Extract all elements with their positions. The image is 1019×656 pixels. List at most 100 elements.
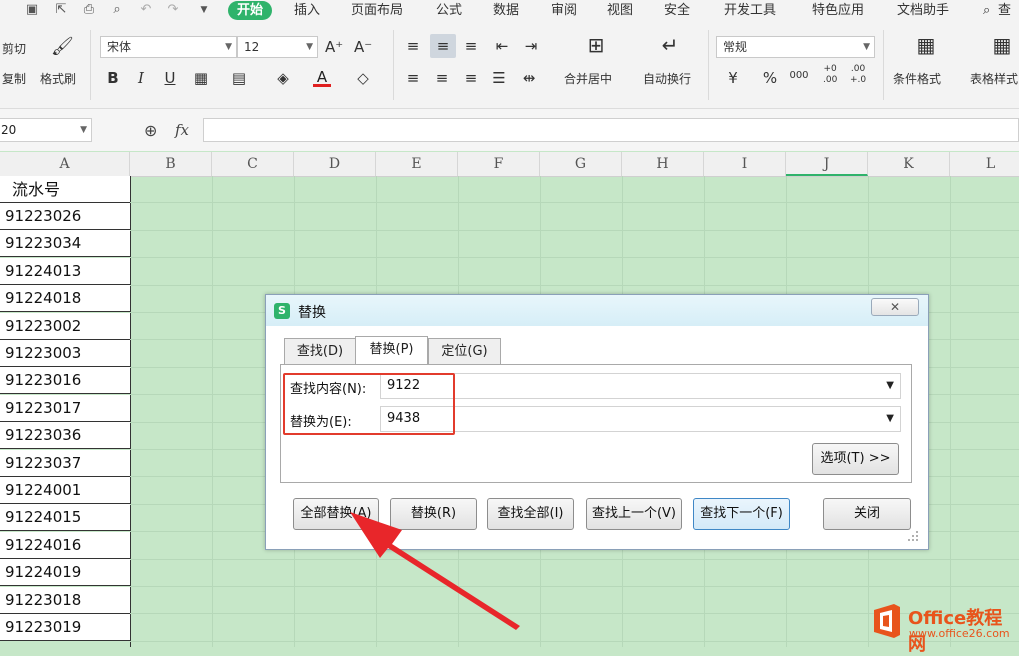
search-label[interactable]: 查找: [998, 0, 1019, 40]
wrap-text-button[interactable]: 自动换行: [643, 70, 691, 87]
thousands-separator-button[interactable]: 000: [788, 67, 810, 85]
italic-button[interactable]: I: [132, 69, 150, 87]
decrease-decimal-button[interactable]: .00 +.0: [850, 64, 866, 86]
table-cell[interactable]: 91223003: [0, 340, 130, 367]
table-style-button[interactable]: 表格样式: [970, 70, 1018, 87]
cell-style-icon[interactable]: ▤: [230, 69, 248, 87]
column-header-i[interactable]: I: [704, 152, 786, 176]
tab-replace[interactable]: 替换(P): [355, 336, 428, 364]
align-left-icon[interactable]: ≡: [404, 69, 422, 87]
tab-goto[interactable]: 定位(G): [428, 338, 501, 364]
dropdown-arrow-icon[interactable]: ▼: [886, 374, 894, 398]
table-cell[interactable]: 91223026: [0, 203, 130, 230]
cell-a1-header[interactable]: 流水号: [0, 176, 130, 203]
quick-access-dropdown-icon[interactable]: ▼: [196, 2, 212, 18]
export-icon[interactable]: ⇱: [53, 2, 69, 18]
tab-doc-helper[interactable]: 文档助手: [897, 0, 949, 22]
tab-start[interactable]: 开始: [228, 1, 273, 20]
column-header-d[interactable]: D: [294, 152, 376, 176]
column-header-b[interactable]: B: [130, 152, 212, 176]
conditional-format-icon[interactable]: ▦: [913, 35, 939, 60]
format-painter-button[interactable]: 格式刷: [40, 70, 76, 87]
cut-button[interactable]: 剪切: [2, 40, 26, 57]
table-cell[interactable]: 91224001: [0, 477, 130, 504]
tab-insert[interactable]: 插入: [294, 0, 320, 22]
undo-icon[interactable]: ↶: [138, 2, 154, 18]
indent-decrease-icon[interactable]: ⇤: [493, 37, 511, 55]
dialog-title-bar[interactable]: [266, 295, 928, 326]
column-header-h[interactable]: H: [622, 152, 704, 176]
tab-find[interactable]: 查找(D): [284, 338, 356, 364]
search-icon[interactable]: ⌕: [983, 0, 990, 22]
column-header-c[interactable]: C: [212, 152, 294, 176]
bold-button[interactable]: B: [104, 69, 122, 87]
tab-formulas[interactable]: 公式: [436, 0, 462, 22]
close-button[interactable]: 关闭: [823, 498, 911, 530]
underline-button[interactable]: U: [161, 69, 179, 87]
fill-color-icon[interactable]: ◈: [274, 69, 292, 87]
font-size-select[interactable]: 12 ▼: [237, 36, 318, 58]
column-header-e[interactable]: E: [376, 152, 458, 176]
copy-button[interactable]: 复制: [2, 70, 26, 87]
table-cell[interactable]: 91224016: [0, 532, 130, 559]
column-header-l[interactable]: L: [950, 152, 1019, 176]
decrease-font-icon[interactable]: A⁻: [354, 38, 372, 56]
column-header-a[interactable]: A: [0, 152, 130, 176]
close-icon[interactable]: ✕: [871, 298, 919, 316]
distributed-icon[interactable]: ⇹: [520, 69, 538, 87]
tab-security[interactable]: 安全: [664, 0, 690, 22]
table-cell[interactable]: 91224018: [0, 285, 130, 312]
table-cell[interactable]: 91223018: [0, 587, 130, 614]
align-middle-icon[interactable]: ≡: [430, 34, 456, 58]
find-previous-button[interactable]: 查找上一个(V): [586, 498, 682, 530]
column-header-g[interactable]: G: [540, 152, 622, 176]
options-button[interactable]: 选项(T) >>: [812, 443, 899, 475]
currency-icon[interactable]: ¥: [724, 69, 742, 87]
format-painter-icon[interactable]: 🖌: [51, 38, 74, 60]
align-bottom-icon[interactable]: ≡: [462, 37, 480, 55]
conditional-format-button[interactable]: 条件格式: [893, 70, 941, 87]
increase-decimal-button[interactable]: +0 .00: [823, 64, 837, 86]
print-icon[interactable]: ⎙: [81, 2, 97, 18]
align-top-icon[interactable]: ≡: [404, 37, 422, 55]
tab-developer[interactable]: 开发工具: [724, 0, 776, 22]
function-icon[interactable]: fx: [175, 121, 189, 139]
wrap-text-icon[interactable]: ↵: [657, 35, 683, 60]
redo-icon[interactable]: ↷: [165, 2, 181, 18]
table-cell[interactable]: 91223002: [0, 313, 130, 340]
merge-center-button[interactable]: 合并居中: [564, 70, 612, 87]
table-cell[interactable]: 91223019: [0, 614, 130, 641]
find-input[interactable]: 9122 ▼: [380, 373, 901, 399]
replace-input[interactable]: 9438 ▼: [380, 406, 901, 432]
tab-page-layout[interactable]: 页面布局: [351, 0, 403, 22]
table-cell[interactable]: 91224019: [0, 559, 130, 586]
table-cell[interactable]: 91223037: [0, 450, 130, 477]
column-header-j[interactable]: J: [786, 152, 868, 176]
find-next-button[interactable]: 查找下一个(F): [693, 498, 790, 530]
name-box[interactable]: 20 ▼: [0, 118, 92, 142]
table-cell[interactable]: 91224013: [0, 258, 130, 285]
tab-view[interactable]: 视图: [607, 0, 633, 22]
table-cell[interactable]: 91224015: [0, 504, 130, 531]
number-format-select[interactable]: 常规 ▼: [716, 36, 875, 58]
clear-format-icon[interactable]: ◇: [354, 69, 372, 87]
zoom-icon[interactable]: ⊕: [144, 121, 157, 140]
tab-data[interactable]: 数据: [493, 0, 519, 22]
align-right-icon[interactable]: ≡: [462, 69, 480, 87]
formula-input[interactable]: [203, 118, 1019, 142]
dropdown-arrow-icon[interactable]: ▼: [886, 407, 894, 431]
indent-increase-icon[interactable]: ⇥: [522, 37, 540, 55]
increase-font-icon[interactable]: A⁺: [325, 38, 343, 56]
table-style-icon[interactable]: ▦: [989, 35, 1015, 60]
tab-review[interactable]: 审阅: [551, 0, 577, 22]
tab-special[interactable]: 特色应用: [812, 0, 864, 22]
border-icon[interactable]: ▦: [192, 69, 210, 87]
column-header-k[interactable]: K: [868, 152, 950, 176]
justify-icon[interactable]: ☰: [490, 69, 508, 87]
column-header-f[interactable]: F: [458, 152, 540, 176]
print-preview-icon[interactable]: ⌕: [109, 2, 125, 18]
table-cell[interactable]: 91223034: [0, 230, 130, 257]
font-name-select[interactable]: 宋体 ▼: [100, 36, 237, 58]
align-center-icon[interactable]: ≡: [433, 69, 451, 87]
resize-grip-icon[interactable]: [906, 531, 920, 543]
